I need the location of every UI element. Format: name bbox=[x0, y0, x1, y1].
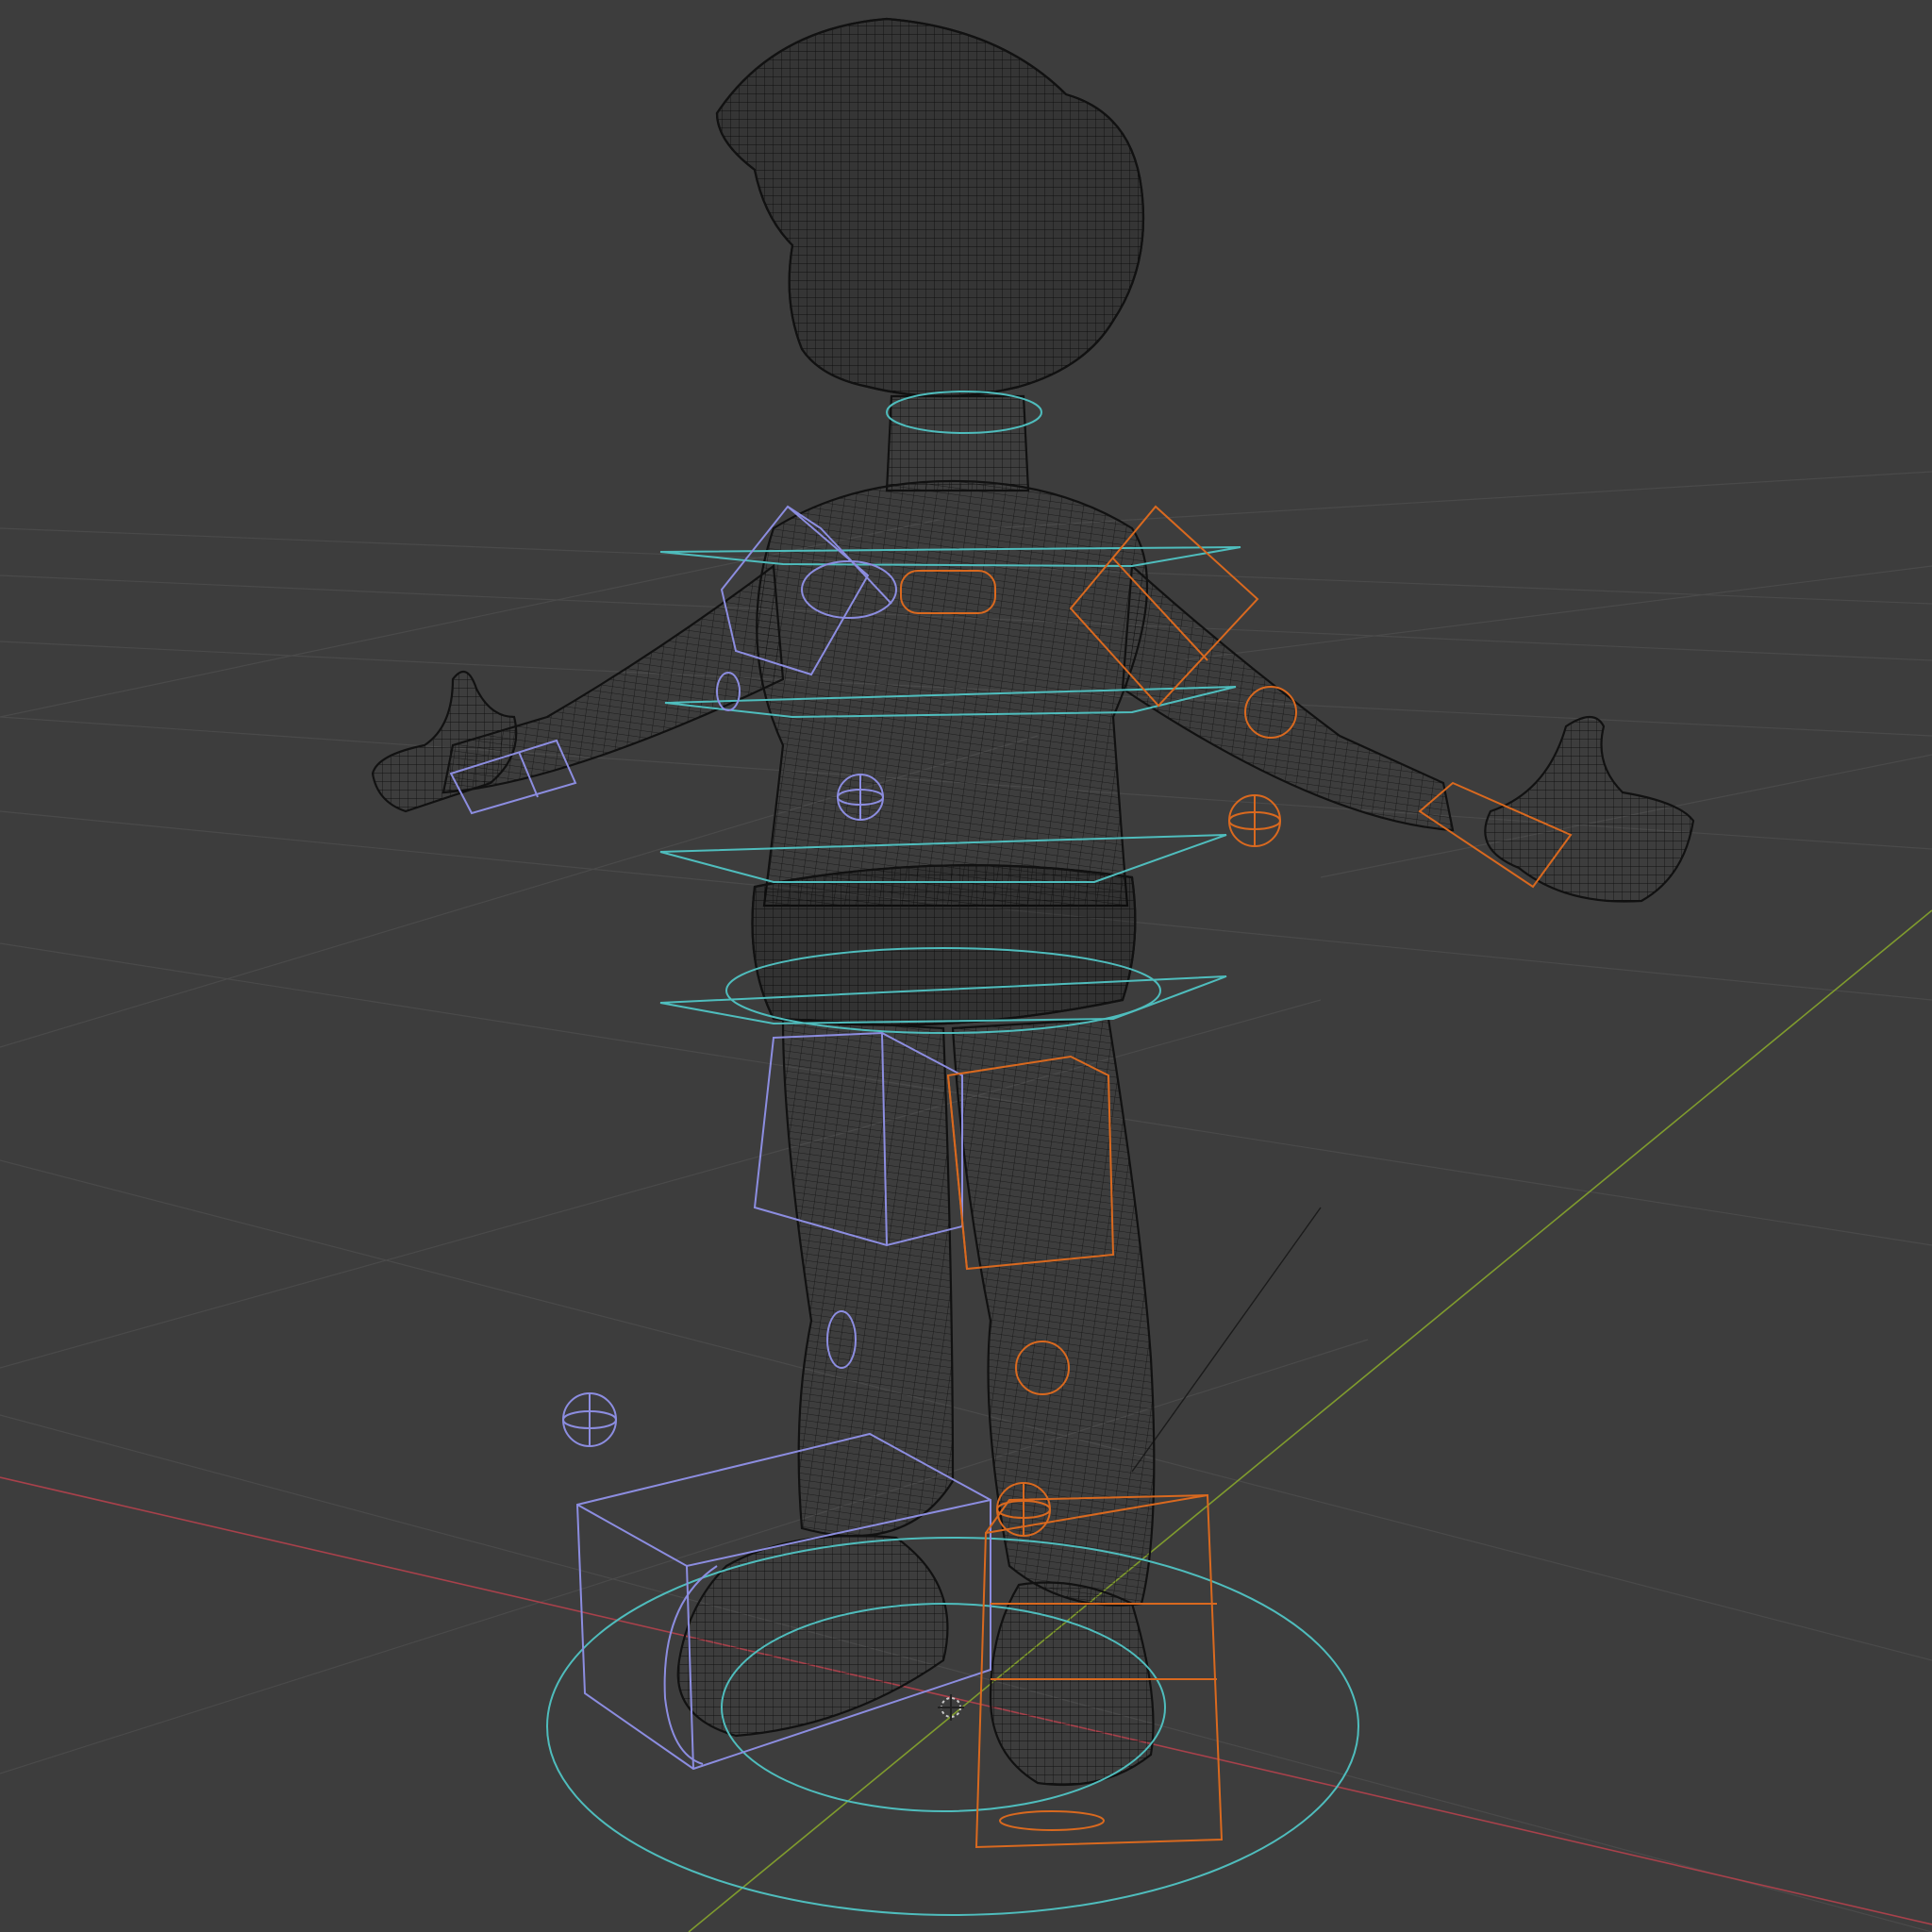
right-heel-control[interactable] bbox=[999, 1810, 1105, 1831]
3d-viewport[interactable] bbox=[0, 0, 1932, 1932]
3d-cursor-icon[interactable] bbox=[938, 1694, 964, 1721]
viewport-scene[interactable] bbox=[0, 0, 1932, 1932]
x-axis-line bbox=[0, 1476, 1932, 1925]
character-mesh[interactable] bbox=[371, 17, 1695, 1787]
view-line bbox=[1131, 1207, 1322, 1473]
